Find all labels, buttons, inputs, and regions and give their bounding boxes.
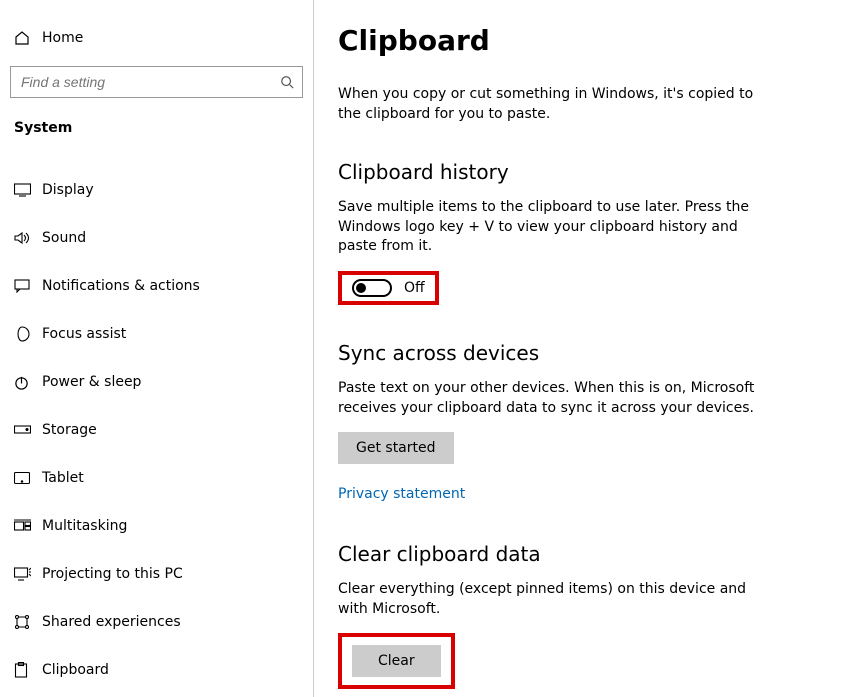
toggle-knob xyxy=(356,283,366,293)
sidebar-item-shared-experiences[interactable]: Shared experiences xyxy=(0,598,313,646)
sidebar-item-notifications[interactable]: Notifications & actions xyxy=(0,262,313,310)
sidebar-item-tablet[interactable]: Tablet xyxy=(0,454,313,502)
sidebar-item-label: Notifications & actions xyxy=(42,278,200,294)
shared-experiences-icon xyxy=(14,614,42,630)
sidebar-nav: Display Sound Notifications & actions xyxy=(0,166,313,694)
highlight-frame: Clear xyxy=(338,633,455,689)
settings-main: Clipboard When you copy or cut something… xyxy=(314,0,851,697)
sidebar-item-power-sleep[interactable]: Power & sleep xyxy=(0,358,313,406)
sidebar-item-clipboard[interactable]: Clipboard xyxy=(0,646,313,694)
multitasking-icon xyxy=(14,519,42,533)
sidebar-item-label: Focus assist xyxy=(42,326,126,342)
search-icon xyxy=(280,75,294,89)
clear-heading: Clear clipboard data xyxy=(338,542,791,566)
clear-desc: Clear everything (except pinned items) o… xyxy=(338,580,768,619)
search-wrap xyxy=(0,66,313,98)
sync-heading: Sync across devices xyxy=(338,341,791,365)
sidebar-item-multitasking[interactable]: Multitasking xyxy=(0,502,313,550)
focus-assist-icon xyxy=(14,326,42,342)
home-icon xyxy=(14,30,42,46)
sound-icon xyxy=(14,231,42,245)
sync-desc: Paste text on your other devices. When t… xyxy=(338,379,768,418)
privacy-link[interactable]: Privacy statement xyxy=(338,486,465,502)
power-icon xyxy=(14,375,42,390)
sidebar-item-projecting[interactable]: Projecting to this PC xyxy=(0,550,313,598)
clipboard-history-toggle[interactable] xyxy=(352,279,392,297)
clipboard-history-desc: Save multiple items to the clipboard to … xyxy=(338,198,768,257)
sidebar-item-label: Projecting to this PC xyxy=(42,566,183,582)
sidebar-item-label: Tablet xyxy=(42,470,84,486)
sidebar-item-display[interactable]: Display xyxy=(0,166,313,214)
notifications-icon xyxy=(14,279,42,293)
toggle-state-label: Off xyxy=(404,280,425,296)
sidebar-home-label: Home xyxy=(42,30,83,46)
sidebar-item-label: Clipboard xyxy=(42,662,109,678)
sidebar-item-label: Storage xyxy=(42,422,97,438)
highlight-frame: Off xyxy=(338,271,439,305)
storage-icon xyxy=(14,425,42,435)
display-icon xyxy=(14,183,42,197)
sidebar-item-label: Power & sleep xyxy=(42,374,141,390)
settings-sidebar: Home System Display xyxy=(0,0,314,697)
tablet-icon xyxy=(14,472,42,485)
clipboard-icon xyxy=(14,662,42,678)
sidebar-item-sound[interactable]: Sound xyxy=(0,214,313,262)
sidebar-home[interactable]: Home xyxy=(0,20,313,56)
sidebar-item-label: Display xyxy=(42,182,94,198)
sidebar-item-storage[interactable]: Storage xyxy=(0,406,313,454)
clipboard-history-heading: Clipboard history xyxy=(338,160,791,184)
search-input[interactable] xyxy=(21,74,280,90)
projecting-icon xyxy=(14,567,42,581)
sidebar-section-heading: System xyxy=(0,98,313,136)
intro-text: When you copy or cut something in Window… xyxy=(338,85,768,124)
sidebar-item-label: Shared experiences xyxy=(42,614,181,630)
page-title: Clipboard xyxy=(338,24,791,57)
get-started-button[interactable]: Get started xyxy=(338,432,454,464)
clear-button[interactable]: Clear xyxy=(352,645,441,677)
sidebar-item-focus-assist[interactable]: Focus assist xyxy=(0,310,313,358)
search-box[interactable] xyxy=(10,66,303,98)
sidebar-item-label: Sound xyxy=(42,230,86,246)
sidebar-item-label: Multitasking xyxy=(42,518,127,534)
